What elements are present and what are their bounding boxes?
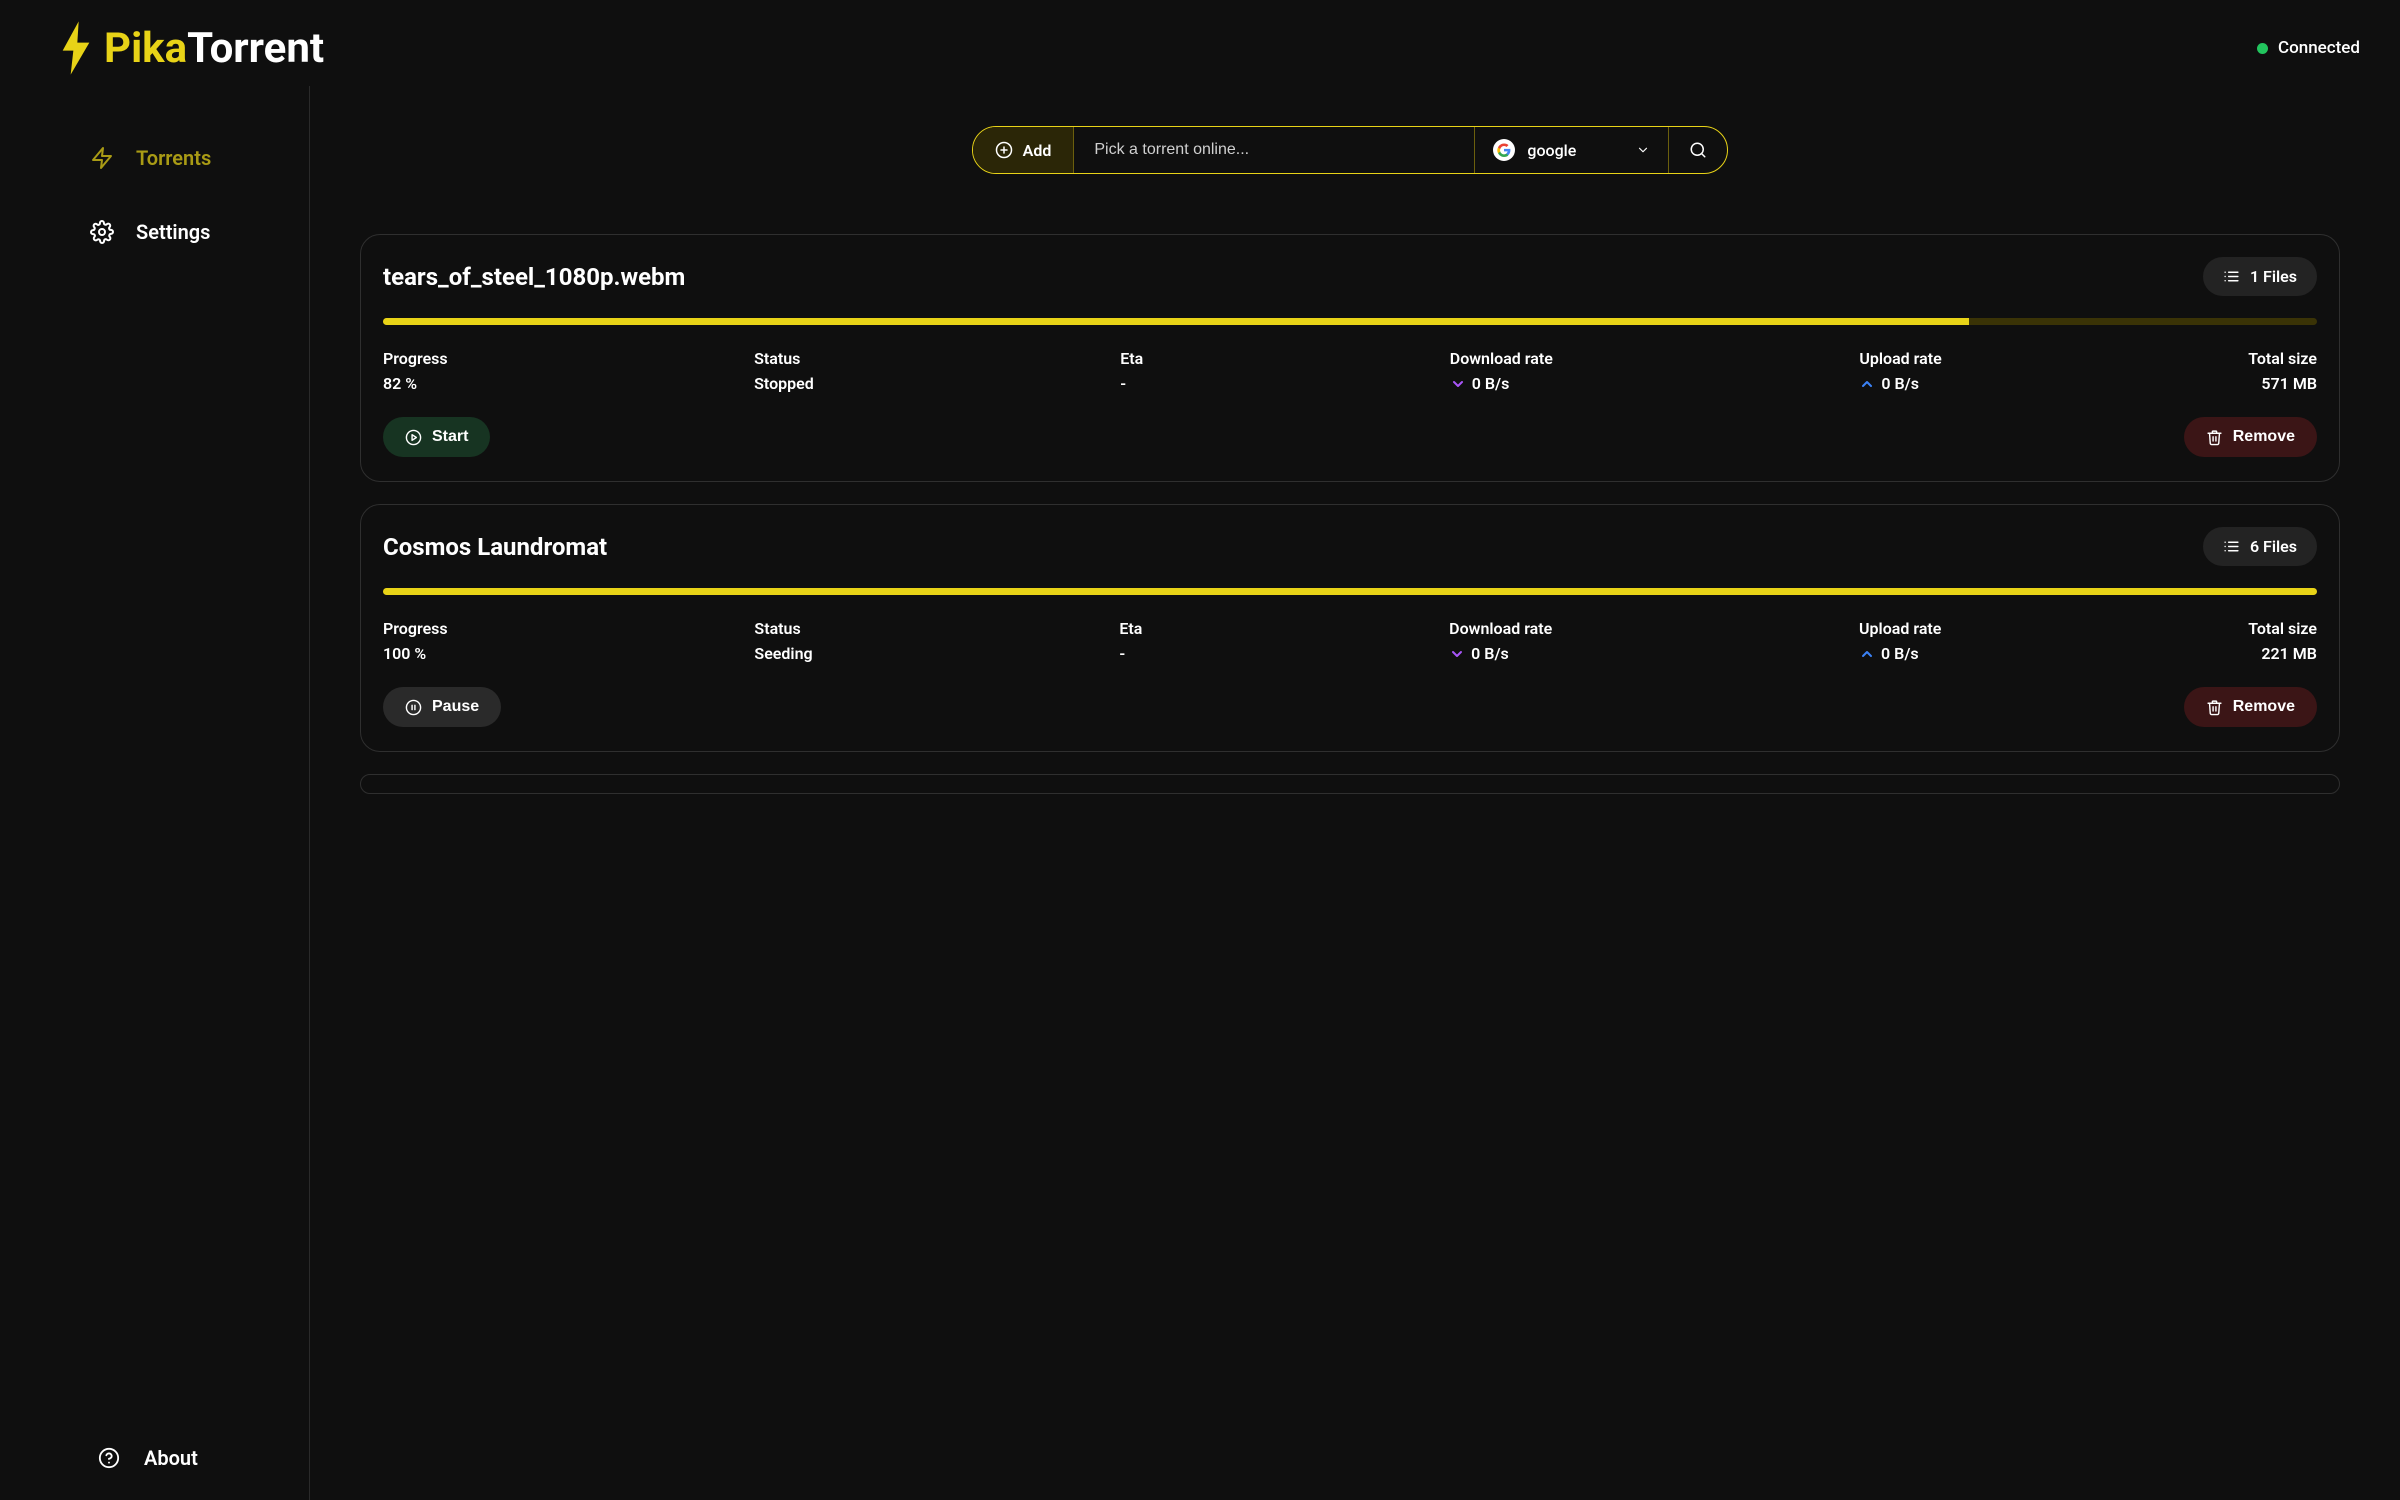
stat-label-status: Status xyxy=(754,349,814,368)
stat-label-upload-rate: Upload rate xyxy=(1859,619,1941,638)
header: PikaTorrent Connected xyxy=(0,0,2400,86)
gear-icon xyxy=(90,220,114,244)
sidebar-item-about[interactable]: About xyxy=(0,1446,309,1470)
pause-button-label: Pause xyxy=(432,698,479,716)
start-button-label: Start xyxy=(432,428,468,446)
stat-value-status: Stopped xyxy=(754,374,814,393)
stat-label-total-size: Total size xyxy=(2248,349,2317,368)
search-button[interactable] xyxy=(1668,127,1727,173)
stat-value-upload-rate: 0 B/s xyxy=(1859,644,1941,663)
stat-label-upload-rate: Upload rate xyxy=(1859,349,1941,368)
logo-text-pika: Pika xyxy=(104,24,187,73)
search-pill: Add google xyxy=(972,126,1729,174)
stat-label-eta: Eta xyxy=(1120,349,1143,368)
sidebar-item-label: Settings xyxy=(136,220,210,244)
remove-button-label: Remove xyxy=(2233,698,2295,716)
sidebar: Torrents Settings About xyxy=(0,86,310,1500)
connection-label: Connected xyxy=(2278,38,2360,58)
play-circle-icon xyxy=(405,429,422,446)
search-icon xyxy=(1689,141,1707,159)
torrent-card xyxy=(360,774,2340,794)
progress-bar xyxy=(383,318,2317,325)
files-button[interactable]: 6 Files xyxy=(2203,527,2317,566)
stat-label-progress: Progress xyxy=(383,619,448,638)
sidebar-item-settings[interactable]: Settings xyxy=(90,220,309,244)
stat-label-download-rate: Download rate xyxy=(1449,619,1552,638)
stat-label-eta: Eta xyxy=(1119,619,1142,638)
torrent-name: Cosmos Laundromat xyxy=(383,533,607,561)
add-button[interactable]: Add xyxy=(973,127,1075,173)
torrent-card: Cosmos Laundromat 6 Files Progress100 % … xyxy=(360,504,2340,752)
app-logo: PikaTorrent xyxy=(60,20,324,76)
lightning-icon xyxy=(90,146,114,170)
stat-value-download-rate: 0 B/s xyxy=(1449,644,1552,663)
list-icon xyxy=(2223,538,2240,555)
provider-dropdown[interactable]: google xyxy=(1474,127,1668,173)
stat-value-progress: 100 % xyxy=(383,644,448,663)
toolbar: Add google xyxy=(360,126,2340,174)
files-button[interactable]: 1 Files xyxy=(2203,257,2317,296)
files-count-label: 1 Files xyxy=(2250,267,2297,286)
add-button-label: Add xyxy=(1023,141,1052,160)
list-icon xyxy=(2223,268,2240,285)
chevron-down-icon xyxy=(1450,376,1466,392)
sidebar-item-label: About xyxy=(144,1446,198,1470)
chevron-down-icon xyxy=(1449,646,1465,662)
stat-value-eta: - xyxy=(1120,374,1143,393)
help-circle-icon xyxy=(98,1447,120,1469)
stat-label-status: Status xyxy=(754,619,812,638)
chevron-down-icon xyxy=(1636,143,1650,157)
stat-label-progress: Progress xyxy=(383,349,448,368)
stat-value-total-size: 221 MB xyxy=(2261,644,2317,663)
stat-value-progress: 82 % xyxy=(383,374,448,393)
google-icon xyxy=(1493,139,1515,161)
main-content: Add google xyxy=(310,86,2400,1500)
stat-label-total-size: Total size xyxy=(2248,619,2317,638)
trash-icon xyxy=(2206,429,2223,446)
remove-button[interactable]: Remove xyxy=(2184,417,2317,457)
trash-icon xyxy=(2206,699,2223,716)
sidebar-item-label: Torrents xyxy=(136,146,211,170)
torrent-list: tears_of_steel_1080p.webm 1 Files Progre… xyxy=(360,234,2340,794)
provider-label: google xyxy=(1527,141,1576,160)
chevron-up-icon xyxy=(1859,646,1875,662)
stat-value-eta: - xyxy=(1119,644,1142,663)
stat-value-upload-rate: 0 B/s xyxy=(1859,374,1941,393)
stat-label-download-rate: Download rate xyxy=(1450,349,1553,368)
remove-button-label: Remove xyxy=(2233,428,2295,446)
pause-button[interactable]: Pause xyxy=(383,687,501,727)
files-count-label: 6 Files xyxy=(2250,537,2297,556)
stat-value-status: Seeding xyxy=(754,644,812,663)
bolt-icon xyxy=(60,20,92,76)
pause-circle-icon xyxy=(405,699,422,716)
status-dot-icon xyxy=(2257,43,2268,54)
progress-bar xyxy=(383,588,2317,595)
logo-text-torrent: Torrent xyxy=(187,24,324,73)
plus-circle-icon xyxy=(995,141,1013,159)
remove-button[interactable]: Remove xyxy=(2184,687,2317,727)
stat-value-total-size: 571 MB xyxy=(2261,374,2317,393)
search-input[interactable] xyxy=(1074,127,1474,173)
torrent-card: tears_of_steel_1080p.webm 1 Files Progre… xyxy=(360,234,2340,482)
chevron-up-icon xyxy=(1859,376,1875,392)
start-button[interactable]: Start xyxy=(383,417,490,457)
sidebar-item-torrents[interactable]: Torrents xyxy=(90,146,309,170)
torrent-name: tears_of_steel_1080p.webm xyxy=(383,263,685,291)
stat-value-download-rate: 0 B/s xyxy=(1450,374,1553,393)
connection-status: Connected xyxy=(2257,38,2360,58)
